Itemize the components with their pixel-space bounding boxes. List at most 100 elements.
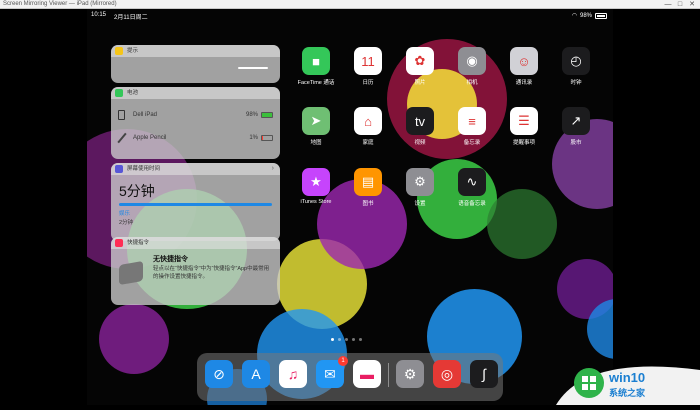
app-stocks[interactable]: ↗ 股市 [556, 107, 596, 146]
page-dot[interactable] [331, 338, 334, 341]
app-label: 家庭 [362, 140, 374, 146]
app-clock[interactable]: ◴ 时钟 [556, 47, 596, 86]
device-battery-icon [261, 112, 273, 118]
screen-time-widget[interactable]: 屏幕使用时间 › 5分钟 娱乐 2分钟 [111, 163, 280, 241]
app-label: 股市 [570, 140, 582, 146]
reminders-icon: ☰ [510, 107, 538, 135]
usage-bar [119, 203, 272, 206]
ipad-icon [118, 110, 125, 120]
wallpaper-bubble [487, 189, 557, 259]
dock: ⊘ A ♫ ✉ 1 ▬ ⚙ ◎ ∫ [197, 353, 503, 401]
widget-header: 提示 [111, 45, 280, 57]
battery-row: Dell iPad 98% [111, 106, 280, 125]
maximize-button[interactable]: □ [674, 0, 686, 9]
dock-separator [388, 363, 389, 387]
category-value: 2分钟 [119, 220, 134, 226]
app-reminders[interactable]: ☰ 提醒事项 [504, 107, 544, 146]
tv-icon: tv [406, 107, 434, 135]
home-icon: ⌂ [354, 107, 382, 135]
pencil-icon [117, 132, 127, 144]
facetime-icon: ■ [302, 47, 330, 75]
page-indicator[interactable] [331, 338, 362, 341]
chevron-right-icon: › [271, 165, 274, 172]
app-label: 通讯录 [515, 80, 533, 86]
window-title: Screen Mirroring Viewer — iPad (Mirrored… [3, 1, 117, 7]
widget-header: 电池 [111, 87, 280, 99]
close-button[interactable]: ✕ [686, 0, 698, 9]
itunes-store-icon: ★ [302, 168, 330, 196]
minimize-button[interactable]: — [662, 0, 674, 9]
app-photos[interactable]: ✿ 照片 [400, 47, 440, 86]
battery-widget-icon [115, 89, 123, 97]
app-label: 设置 [414, 201, 426, 207]
stocks-icon: ↗ [562, 107, 590, 135]
app-maps[interactable]: ➤ 地图 [296, 107, 336, 146]
tips-line [238, 67, 268, 69]
app-label: 图书 [362, 201, 374, 207]
ipad-screen: 10:15 2月11日周二 ◠ 98% 提示 电池 Dell iPad 98% … [87, 9, 613, 405]
app-label: 照片 [414, 80, 426, 86]
app-calendar[interactable]: 11 日历 [348, 47, 388, 86]
app-label: 视频 [414, 140, 426, 146]
netease-music-icon[interactable]: ◎ [433, 360, 461, 388]
lightbulb-icon [115, 47, 123, 55]
tips-widget[interactable]: 提示 [111, 45, 280, 83]
app-label: 日历 [362, 80, 374, 86]
watermark-brand: win10 [609, 370, 646, 385]
screen-time-value: 5分钟 [119, 183, 155, 199]
watermark-subtitle: 系统之家 [609, 388, 646, 398]
hourglass-icon [115, 165, 123, 173]
device-percent: 1% [249, 135, 258, 141]
app-books[interactable]: ▤ 图书 [348, 168, 388, 207]
app-store-icon[interactable]: A [242, 360, 270, 388]
app-label: 时钟 [570, 80, 582, 86]
status-date: 2月11日周二 [114, 15, 148, 21]
wifi-icon: ◠ [571, 13, 577, 19]
books-icon: ▤ [354, 168, 382, 196]
page-dot[interactable] [352, 338, 355, 341]
battery-percent: 98% [579, 12, 592, 19]
device-percent: 98% [245, 112, 258, 118]
app-settings[interactable]: ⚙ 设置 [400, 168, 440, 207]
page-dot[interactable] [345, 338, 348, 341]
app-notes[interactable]: ≡ 备忘录 [452, 107, 492, 146]
music-icon[interactable]: ♫ [279, 360, 307, 388]
page-dot[interactable] [359, 338, 362, 341]
window-titlebar: Screen Mirroring Viewer — iPad (Mirrored… [0, 0, 700, 9]
device-name: Dell iPad [133, 112, 158, 118]
settings-icon[interactable]: ⚙ [396, 360, 424, 388]
shortcuts-widget[interactable]: 快捷指令 无快捷指令 轻点以在“快捷指令”中为“快捷指令”App中最常用的操作设… [111, 237, 280, 305]
app-contacts[interactable]: ☺ 通讯录 [504, 47, 544, 86]
app-itunes-store[interactable]: ★ iTunes Store [296, 168, 336, 205]
widget-title: 屏幕使用时间 [127, 166, 161, 172]
shortcuts-empty-title: 无快捷指令 [153, 256, 188, 263]
device-battery-icon [261, 135, 273, 141]
procreate-icon[interactable]: ∫ [470, 360, 498, 388]
notification-badge: 1 [338, 356, 348, 366]
battery-icon [595, 12, 607, 19]
widget-header: 快捷指令 [111, 237, 280, 249]
status-time: 10:15 [91, 12, 107, 18]
contacts-icon: ☺ [510, 47, 538, 75]
page-dot[interactable] [338, 338, 341, 341]
device-name: Apple Pencil [133, 135, 167, 141]
files-icon[interactable]: ▬ [353, 360, 381, 388]
camera-icon: ◉ [458, 47, 486, 75]
voice-memos-icon: ∿ [458, 168, 486, 196]
clock-icon: ◴ [562, 47, 590, 75]
app-voice-memos[interactable]: ∿ 语音备忘录 [452, 168, 492, 207]
layers-icon [119, 260, 143, 286]
app-label: 相机 [466, 80, 478, 86]
notes-icon: ≡ [458, 107, 486, 135]
wallpaper-bubble [99, 304, 169, 374]
widget-title: 快捷指令 [127, 240, 150, 246]
app-facetime[interactable]: ■ FaceTime 通话 [296, 47, 336, 86]
safari-icon[interactable]: ⊘ [205, 360, 233, 388]
widget-title: 提示 [127, 48, 139, 54]
settings-icon: ⚙ [406, 168, 434, 196]
app-tv[interactable]: tv 视频 [400, 107, 440, 146]
app-home[interactable]: ⌂ 家庭 [348, 107, 388, 146]
app-label: 地图 [310, 140, 322, 146]
app-camera[interactable]: ◉ 相机 [452, 47, 492, 86]
status-bar: 10:15 2月11日周二 ◠ 98% [87, 9, 613, 23]
